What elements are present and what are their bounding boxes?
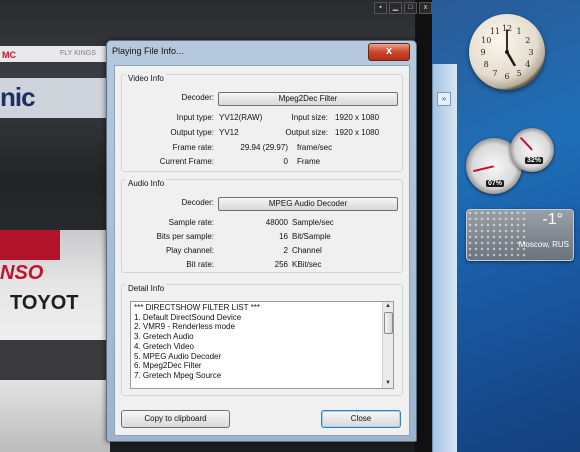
- filter-list-items: *** DIRECTSHOW FILTER LIST *** 1. Defaul…: [134, 303, 260, 381]
- sample-rate-label: Sample rate:: [168, 218, 214, 227]
- video-decoder-button[interactable]: Mpeg2Dec Filter: [218, 92, 398, 106]
- scroll-up-icon[interactable]: ▲: [383, 302, 393, 311]
- list-item: 3. Gretech Audio: [134, 332, 194, 342]
- bits-per-sample-label: Bits per sample:: [156, 232, 214, 241]
- frame-rate-value: 29.94 (29.97): [240, 143, 288, 152]
- detail-info-group: Detail Info *** DIRECTSHOW FILTER LIST *…: [121, 284, 403, 396]
- dialog-titlebar[interactable]: Playing File Info... x: [107, 41, 416, 63]
- audio-info-header: Audio Info: [126, 179, 167, 188]
- player-pin-button[interactable]: ▪: [374, 2, 387, 14]
- clock-numeral: 6: [504, 72, 509, 81]
- clock-numeral: 9: [480, 48, 485, 57]
- list-item: 6. Mpeg2Dec Filter: [134, 361, 202, 371]
- list-item: 2. VMR9 - Renderless mode: [134, 322, 235, 332]
- list-item: 7. Gretech Mpeg Source: [134, 370, 222, 380]
- memory-meter: 32%: [510, 128, 554, 172]
- weather-icon: [467, 210, 527, 260]
- clock-face: 12 1234567891011: [480, 24, 533, 81]
- detail-info-header: Detail Info: [126, 284, 167, 293]
- audio-decoder-label: Decoder:: [181, 198, 214, 207]
- clock-gadget[interactable]: 12 1 2 3 4 5 6 7 8 9 10 11: [469, 14, 545, 90]
- output-size-value: 1920 x 1080: [335, 128, 380, 137]
- copy-to-clipboard-button[interactable]: Copy to clipboard: [121, 410, 230, 428]
- scroll-down-icon[interactable]: ▼: [383, 379, 393, 388]
- input-size-label: Input size:: [291, 113, 328, 122]
- input-type-label: Input type:: [176, 113, 214, 122]
- play-channel-label: Play channel:: [165, 246, 214, 255]
- file-info-dialog: Playing File Info... x Video Info Decode…: [106, 40, 417, 442]
- bits-per-sample-value: 16: [279, 232, 288, 241]
- sample-rate-unit: Sample/sec: [292, 218, 334, 227]
- video-edge: [415, 0, 432, 452]
- list-scrollbar[interactable]: ▲ ▼: [382, 302, 393, 388]
- input-type-value: YV12(RAW): [219, 113, 263, 122]
- video-car-brand-1: NSO: [0, 262, 44, 284]
- video-info-header: Video Info: [126, 74, 166, 83]
- close-button[interactable]: Close: [321, 410, 401, 428]
- frame-rate-unit: frame/sec: [297, 143, 333, 152]
- clock-numeral: 7: [492, 69, 497, 78]
- output-size-label: Output size:: [285, 128, 328, 137]
- explorer-window-edge: [432, 64, 457, 452]
- bit-rate-value: 256: [274, 260, 288, 269]
- frame-rate-label: Frame rate:: [172, 143, 214, 152]
- weather-city: Moscow, RUS: [518, 240, 569, 249]
- current-frame-unit: Frame: [297, 157, 321, 166]
- sample-rate-value: 48000: [265, 218, 288, 227]
- output-type-label: Output type:: [170, 128, 214, 137]
- player-window-controls: ▪ ▁ □ x: [374, 2, 432, 14]
- clock-numeral: 10: [481, 36, 491, 45]
- audio-info-group: Audio Info Decoder: MPEG Audio Decoder S…: [121, 179, 403, 273]
- input-size-value: 1920 x 1080: [335, 113, 380, 122]
- filter-list[interactable]: *** DIRECTSHOW FILTER LIST *** 1. Defaul…: [130, 301, 394, 389]
- player-maximize-button[interactable]: □: [404, 2, 417, 14]
- video-banner-text-right: FLY KINGS: [60, 50, 96, 57]
- clock-numeral: 5: [516, 69, 521, 78]
- clock-numeral: 3: [528, 48, 533, 57]
- play-channel-unit: Channel: [292, 246, 322, 255]
- video-car-brand-2: TOYOT: [10, 292, 79, 314]
- clock-numeral: 2: [525, 36, 530, 45]
- current-frame-label: Current Frame:: [159, 157, 214, 166]
- list-item: 1. Default DirectSound Device: [134, 312, 242, 322]
- dialog-client-area: Video Info Decoder: Mpeg2Dec Filter Inpu…: [114, 65, 410, 436]
- bits-per-sample-unit: Bit/Sample: [292, 232, 331, 241]
- cpu-meter-gadget[interactable]: 07% 32%: [466, 128, 560, 196]
- player-close-button[interactable]: x: [419, 2, 432, 14]
- video-car-stripe: [0, 230, 60, 260]
- clock-numeral: 1: [516, 27, 521, 36]
- clock-center: [505, 50, 509, 54]
- clock-hour-hand: [505, 50, 516, 67]
- dialog-title: Playing File Info...: [112, 46, 184, 56]
- audio-decoder-button[interactable]: MPEG Audio Decoder: [218, 197, 398, 211]
- video-car-dark-band: [0, 340, 110, 380]
- video-banner-text: MC: [2, 50, 16, 60]
- explorer-nav-arrow-icon[interactable]: »: [437, 92, 451, 106]
- weather-temperature: -1°: [542, 211, 563, 228]
- cpu-value: 07%: [486, 180, 505, 187]
- video-decoder-label: Decoder:: [181, 93, 214, 102]
- video-sign-text: nic: [0, 82, 36, 112]
- memory-needle: [519, 137, 533, 151]
- weather-gadget[interactable]: -1° Moscow, RUS: [466, 209, 574, 261]
- bit-rate-unit: KBit/sec: [292, 260, 322, 269]
- list-item: 4. Gretech Video: [134, 341, 194, 351]
- clock-numeral: 4: [525, 60, 530, 69]
- play-channel-value: 2: [283, 246, 288, 255]
- scroll-thumb[interactable]: [384, 312, 393, 334]
- list-item: *** DIRECTSHOW FILTER LIST ***: [134, 303, 260, 312]
- player-minimize-button[interactable]: ▁: [389, 2, 402, 14]
- bit-rate-label: Bit rate:: [186, 260, 214, 269]
- list-item: 5. MPEG Audio Decoder: [134, 351, 222, 361]
- cpu-needle: [473, 165, 495, 172]
- clock-numeral: 11: [490, 27, 500, 36]
- current-frame-value: 0: [283, 157, 288, 166]
- clock-numeral: 8: [484, 60, 489, 69]
- video-info-group: Video Info Decoder: Mpeg2Dec Filter Inpu…: [121, 74, 403, 172]
- output-type-value: YV12: [219, 128, 239, 137]
- dialog-close-icon[interactable]: x: [368, 43, 410, 61]
- memory-value: 32%: [525, 157, 544, 164]
